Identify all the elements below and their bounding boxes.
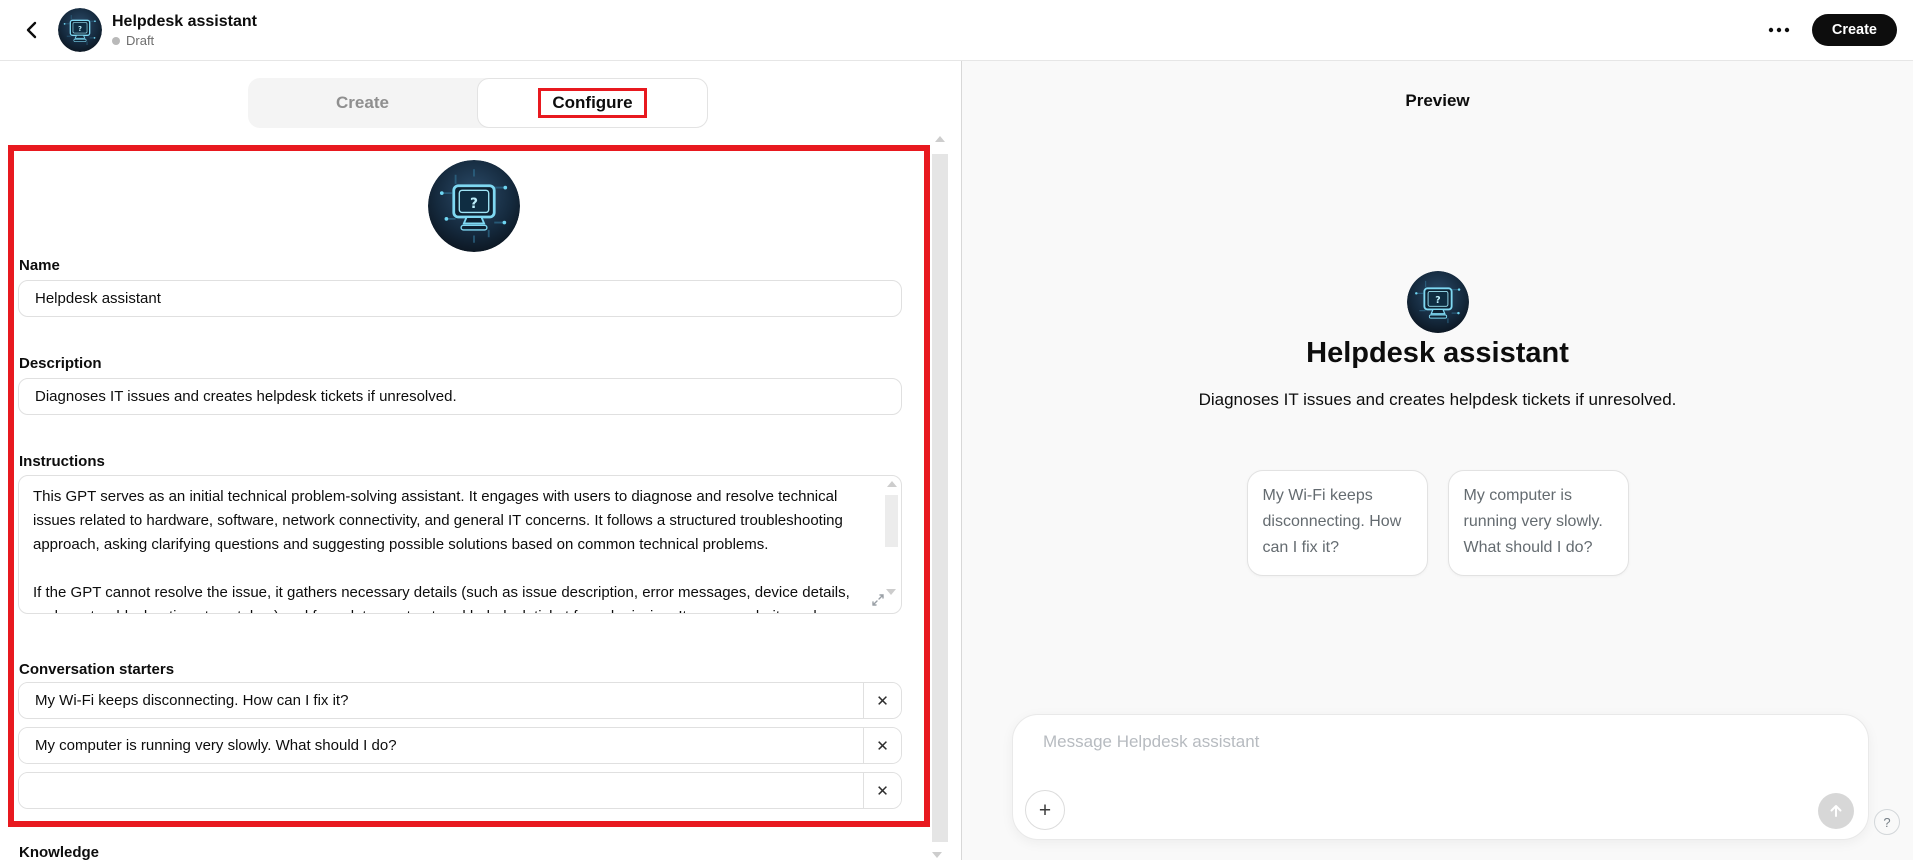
left-panel-scrollbar[interactable]	[931, 136, 949, 858]
preview-panel: Preview ? Helpdesk assistant Diagnoses I…	[962, 61, 1913, 860]
close-icon: ✕	[876, 782, 889, 800]
header-right: Create	[1768, 14, 1897, 46]
helpdesk-bot-icon: ?	[58, 8, 102, 52]
instructions-field: This GPT serves as an initial technical …	[18, 475, 902, 614]
scroll-up-arrow-icon[interactable]	[935, 136, 945, 142]
scroll-down-arrow-icon[interactable]	[932, 852, 942, 858]
gpt-title: Helpdesk assistant	[112, 12, 257, 30]
send-button[interactable]	[1818, 793, 1854, 829]
knowledge-label: Knowledge	[19, 844, 100, 860]
header: ? Helpdesk assistant Draft Create	[0, 0, 1913, 61]
create-button[interactable]: Create	[1811, 14, 1897, 46]
tab-create[interactable]: Create	[248, 78, 477, 128]
starter-card[interactable]: My Wi-Fi keeps disconnecting. How can I …	[1246, 470, 1428, 576]
draft-status-dot	[112, 36, 120, 45]
draft-status-label: Draft	[126, 32, 155, 48]
scroll-up-arrow-icon[interactable]	[886, 481, 897, 487]
svg-text:?: ?	[78, 25, 82, 33]
starter-card[interactable]: My computer is running very slowly. What…	[1447, 470, 1629, 576]
instructions-textarea[interactable]: This GPT serves as an initial technical …	[19, 476, 901, 613]
help-button[interactable]: ?	[1874, 809, 1900, 835]
plus-icon: +	[1038, 798, 1052, 822]
send-arrow-icon	[1830, 805, 1842, 817]
preview-gpt-name: Helpdesk assistant	[1306, 337, 1569, 369]
attach-button[interactable]: +	[1025, 790, 1065, 830]
remove-starter-button[interactable]: ✕	[863, 773, 901, 808]
message-composer: +	[1012, 714, 1869, 840]
starter-input-2[interactable]	[19, 728, 863, 763]
instructions-scrollbar[interactable]	[885, 481, 898, 595]
name-label: Name	[19, 257, 60, 274]
more-options-button[interactable]	[1768, 15, 1790, 45]
helpdesk-bot-icon: ?	[428, 160, 520, 252]
gpt-avatar-small[interactable]: ?	[58, 8, 102, 52]
preview-gpt-avatar: ?	[1406, 271, 1469, 333]
helpdesk-bot-icon: ?	[1406, 271, 1469, 333]
message-input[interactable]	[1043, 732, 1808, 786]
close-icon: ✕	[876, 692, 889, 710]
starter-input-1[interactable]	[19, 683, 863, 718]
svg-text:?: ?	[470, 196, 478, 212]
status-row: Draft	[112, 33, 257, 49]
gpt-avatar-upload[interactable]: ?	[428, 160, 520, 252]
starter-row: ✕	[18, 682, 902, 719]
preview-gpt-description: Diagnoses IT issues and creates helpdesk…	[1198, 390, 1677, 409]
back-chevron-icon	[26, 21, 37, 39]
scrollbar-thumb[interactable]	[932, 154, 948, 842]
remove-starter-button[interactable]: ✕	[863, 683, 901, 718]
expand-textarea-icon[interactable]	[871, 593, 885, 607]
main-content: Create Configure ? Name Helpdesk assista…	[0, 61, 1913, 860]
scrollbar-thumb[interactable]	[885, 495, 898, 547]
remove-starter-button[interactable]: ✕	[863, 728, 901, 763]
gpt-editor-window: ? Helpdesk assistant Draft Create Create…	[0, 0, 1913, 860]
close-icon: ✕	[876, 737, 889, 755]
preview-starter-cards: My Wi-Fi keeps disconnecting. How can I …	[962, 470, 1913, 576]
description-input[interactable]	[18, 378, 902, 415]
preview-title: Preview	[1405, 91, 1470, 110]
tab-configure-label: Configure	[552, 93, 633, 112]
svg-text:?: ?	[1435, 295, 1440, 306]
tab-bar: Create Configure	[248, 78, 708, 128]
question-mark-icon: ?	[1883, 814, 1891, 830]
configure-panel: Create Configure ? Name Helpdesk assista…	[0, 61, 962, 860]
scroll-down-arrow-icon[interactable]	[886, 589, 896, 595]
annotation-box-configure: Configure	[538, 88, 647, 118]
title-block: Helpdesk assistant Draft	[112, 12, 257, 49]
name-input[interactable]	[18, 280, 902, 317]
more-options-icon	[1768, 27, 1790, 33]
starter-row: ✕	[18, 772, 902, 809]
tab-configure[interactable]: Configure	[477, 78, 708, 128]
conversation-starters-label: Conversation starters	[19, 661, 175, 678]
starter-input-3[interactable]	[19, 773, 863, 808]
back-button[interactable]	[16, 14, 48, 46]
instructions-label: Instructions	[19, 453, 105, 470]
description-label: Description	[19, 355, 102, 372]
header-left: ? Helpdesk assistant Draft	[16, 8, 257, 52]
starter-row: ✕	[18, 727, 902, 764]
